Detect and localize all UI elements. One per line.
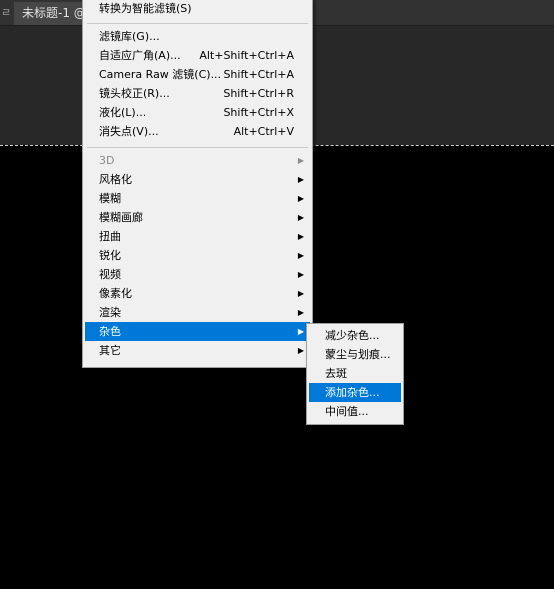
submenu-arrow-icon: ▶ — [297, 175, 304, 184]
menu-item-label: 蒙尘与划痕... — [325, 348, 391, 361]
menu-item-label: 中间值... — [325, 405, 369, 418]
menu-item-liquify[interactable]: 液化(L)... Shift+Ctrl+X — [85, 103, 310, 122]
menu-item-shortcut: Shift+Ctrl+R — [223, 87, 294, 100]
menu-item-shortcut: Shift+Ctrl+A — [223, 68, 294, 81]
submenu-item-reduce-noise[interactable]: 减少杂色... — [309, 326, 401, 345]
menu-item-blur[interactable]: 模糊 ▶ — [85, 189, 310, 208]
menu-item-camera-raw-filter[interactable]: Camera Raw 滤镜(C)... Shift+Ctrl+A — [85, 65, 310, 84]
menu-item-blur-gallery[interactable]: 模糊画廊 ▶ — [85, 208, 310, 227]
submenu-arrow-icon: ▶ — [297, 270, 304, 279]
menu-item-video[interactable]: 视频 ▶ — [85, 265, 310, 284]
menu-item-adaptive-wide-angle[interactable]: 自适应广角(A)... Alt+Shift+Ctrl+A — [85, 46, 310, 65]
menu-item-label: 杂色 — [99, 325, 121, 338]
submenu-arrow-icon: ▶ — [297, 251, 304, 260]
submenu-item-dust-and-scratches[interactable]: 蒙尘与划痕... — [309, 345, 401, 364]
menu-item-label: 渲染 — [99, 306, 121, 319]
menu-item-sharpen[interactable]: 锐化 ▶ — [85, 246, 310, 265]
menu-separator — [87, 147, 308, 148]
menu-item-label: 去斑 — [325, 367, 347, 380]
menu-item-vanishing-point[interactable]: 消失点(V)... Alt+Ctrl+V — [85, 122, 310, 141]
menu-item-stylize[interactable]: 风格化 ▶ — [85, 170, 310, 189]
submenu-arrow-icon: ▶ — [297, 346, 304, 355]
menu-item-label: 视频 — [99, 268, 121, 281]
submenu-arrow-icon: ▶ — [297, 194, 304, 203]
menu-item-label: 镜头校正(R)... — [99, 87, 170, 100]
submenu-arrow-icon: ▶ — [297, 156, 304, 165]
submenu-arrow-icon: ▶ — [297, 327, 304, 336]
menu-item-shortcut: Alt+Shift+Ctrl+A — [199, 49, 294, 62]
menu-item-label: 其它 — [99, 344, 121, 357]
menu-item-label: 锐化 — [99, 249, 121, 262]
menu-item-shortcut: Alt+Ctrl+V — [233, 125, 294, 138]
menu-item-label: 像素化 — [99, 287, 132, 300]
submenu-item-despeckle[interactable]: 去斑 — [309, 364, 401, 383]
filter-menu: 转换为智能滤镜(S) 滤镜库(G)... 自适应广角(A)... Alt+Shi… — [82, 0, 313, 368]
previous-tab-edge[interactable]: ㄹ — [0, 3, 12, 23]
menu-item-label: 减少杂色... — [325, 329, 380, 342]
menu-separator — [87, 23, 308, 24]
menu-item-label: 添加杂色... — [325, 386, 380, 399]
menu-item-label: 液化(L)... — [99, 106, 147, 119]
menu-item-filter-gallery[interactable]: 滤镜库(G)... — [85, 27, 310, 46]
menu-item-label: 风格化 — [99, 173, 132, 186]
submenu-item-add-noise[interactable]: 添加杂色... — [309, 383, 401, 402]
menu-item-label: 滤镜库(G)... — [99, 30, 160, 43]
menu-item-lens-correction[interactable]: 镜头校正(R)... Shift+Ctrl+R — [85, 84, 310, 103]
menu-item-render[interactable]: 渲染 ▶ — [85, 303, 310, 322]
submenu-arrow-icon: ▶ — [297, 213, 304, 222]
menu-item-pixelate[interactable]: 像素化 ▶ — [85, 284, 310, 303]
menu-item-label: 扭曲 — [99, 230, 121, 243]
menu-item-label: 模糊画廊 — [99, 211, 143, 224]
submenu-arrow-icon: ▶ — [297, 289, 304, 298]
menu-item-label: 3D — [99, 154, 115, 167]
submenu-arrow-icon: ▶ — [297, 308, 304, 317]
menu-item-convert-smart-filter[interactable]: 转换为智能滤镜(S) — [85, 0, 310, 18]
submenu-arrow-icon: ▶ — [297, 232, 304, 241]
menu-item-other[interactable]: 其它 ▶ — [85, 341, 310, 360]
menu-item-shortcut: Shift+Ctrl+X — [223, 106, 294, 119]
menu-item-label: Camera Raw 滤镜(C)... — [99, 68, 222, 81]
noise-submenu: 减少杂色... 蒙尘与划痕... 去斑 添加杂色... 中间值... — [306, 323, 404, 425]
menu-item-label: 自适应广角(A)... — [99, 49, 181, 62]
menu-item-noise[interactable]: 杂色 ▶ — [85, 322, 310, 341]
menu-item-label: 转换为智能滤镜(S) — [99, 2, 192, 15]
menu-item-distort[interactable]: 扭曲 ▶ — [85, 227, 310, 246]
menu-item-3d: 3D ▶ — [85, 151, 310, 170]
menu-item-label: 消失点(V)... — [99, 125, 159, 138]
submenu-item-median[interactable]: 中间值... — [309, 402, 401, 421]
menu-item-label: 模糊 — [99, 192, 121, 205]
